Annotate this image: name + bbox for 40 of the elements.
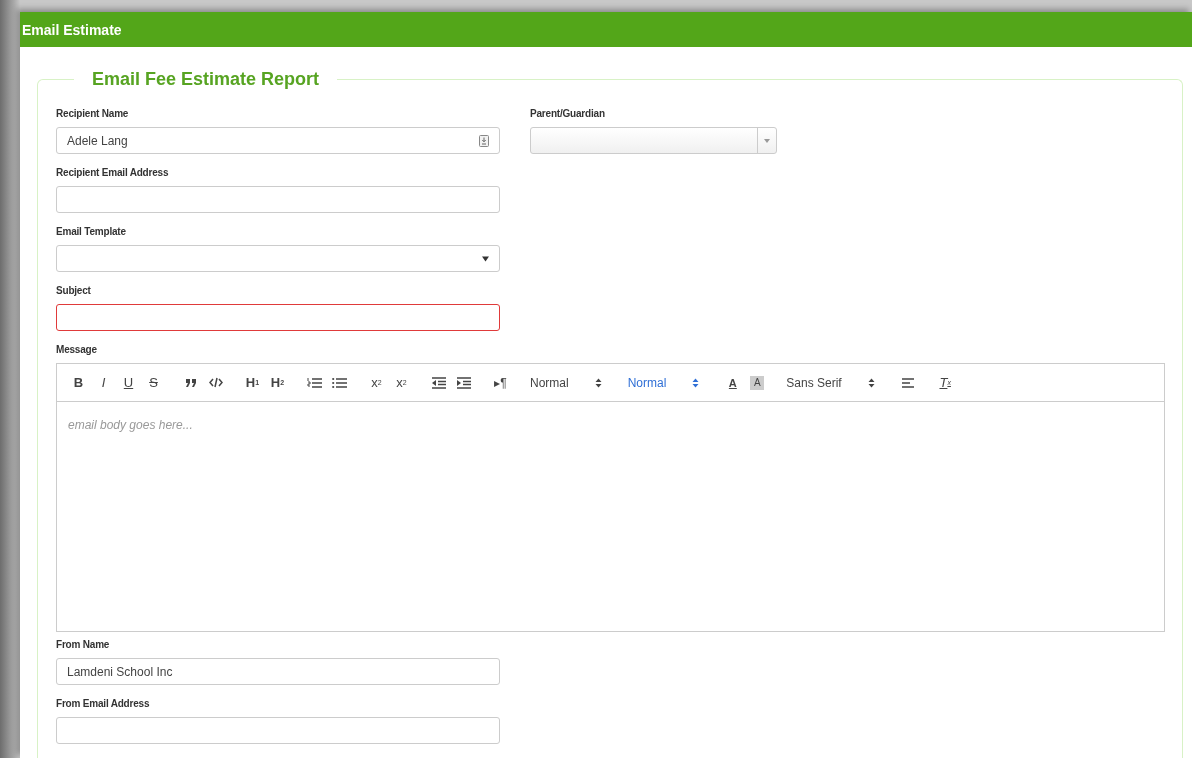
- quote-icon: [184, 376, 197, 389]
- placeholder-text: email body goes here...: [68, 418, 193, 432]
- outdent-icon: [431, 375, 446, 390]
- up-down-arrows-icon: [692, 377, 700, 388]
- text-direction-button[interactable]: ▸¶: [489, 370, 512, 395]
- input-field[interactable]: [56, 186, 500, 213]
- numbered-list-icon: [307, 376, 322, 389]
- field-label: From Name: [56, 639, 111, 651]
- input-field[interactable]: Adele Lang: [56, 127, 500, 154]
- indent-icon: [456, 375, 471, 390]
- caret-icon: [764, 138, 770, 143]
- format-picker[interactable]: Normal: [526, 375, 610, 390]
- strikethrough-button[interactable]: S: [142, 370, 165, 395]
- italic-button[interactable]: I: [92, 370, 115, 395]
- field-label: Subject: [56, 285, 92, 297]
- input-field[interactable]: [56, 717, 500, 744]
- up-down-arrows-icon: [594, 377, 602, 388]
- align-icon: [901, 375, 916, 390]
- field-label: Parent/Guardian: [530, 108, 606, 120]
- bulleted-list-icon: [332, 376, 347, 389]
- text-color-button[interactable]: A: [721, 370, 745, 395]
- input-field[interactable]: [56, 304, 500, 331]
- script-button[interactable]: x$^{2}$: [390, 370, 413, 395]
- bold-button[interactable]: B: [67, 370, 90, 395]
- caret-icon: [482, 255, 489, 262]
- form-legend: Email Fee Estimate Report: [74, 69, 338, 90]
- field-label: Email Template: [56, 226, 127, 238]
- background-color-button[interactable]: A: [750, 375, 765, 390]
- select-field[interactable]: [56, 245, 500, 272]
- code-icon: [208, 376, 223, 389]
- field-label: Recipient Name: [56, 108, 130, 120]
- format-picker[interactable]: Normal: [623, 375, 708, 390]
- field-label: Message: [56, 344, 98, 356]
- field-label: From Email Address: [56, 698, 151, 710]
- field-label: Recipient Email Address: [56, 167, 170, 179]
- window-title: Email Estimate: [22, 21, 122, 38]
- input-field[interactable]: Lamdeni School Inc: [56, 658, 500, 685]
- underline-button[interactable]: U: [117, 370, 140, 395]
- format-picker[interactable]: Sans Serif: [782, 375, 883, 390]
- up-down-arrows-icon: [867, 377, 875, 388]
